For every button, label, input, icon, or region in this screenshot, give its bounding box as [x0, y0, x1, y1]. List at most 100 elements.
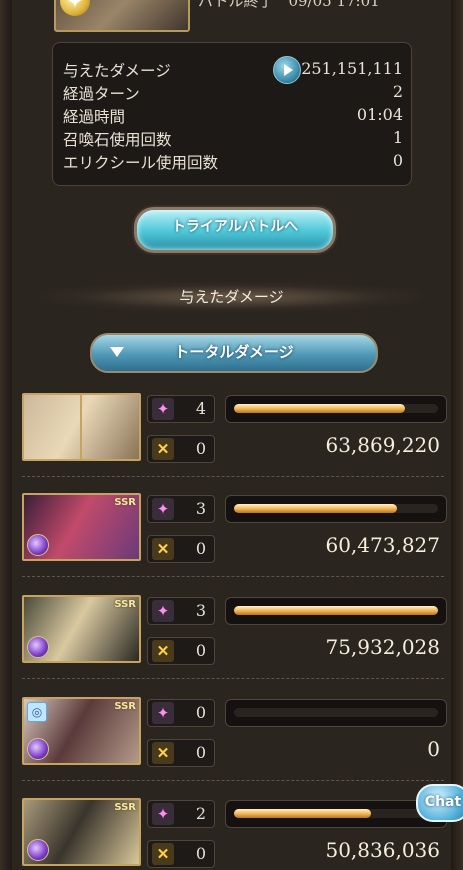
skill-count-value: 3	[195, 601, 206, 620]
stat-value: 2	[392, 82, 403, 101]
dark-element-icon	[27, 636, 49, 658]
charge-attack-icon: ✕	[152, 640, 174, 662]
skill-sparkle-icon: ✦	[152, 498, 174, 520]
damage-bar-track	[234, 708, 438, 717]
damage-value: 0	[427, 737, 440, 761]
character-row: ✦ 4 ✕ 0 63,869,220	[22, 393, 448, 477]
skill-sparkle-icon: ✦	[152, 398, 174, 420]
stat-row-turns: 経過ターン 2	[63, 82, 403, 104]
stat-row-elixir: エリクシール使用回数 0	[63, 151, 403, 173]
skill-count-value: 2	[195, 804, 206, 823]
ssr-badge: SSR	[114, 497, 136, 508]
damage-bar-fill	[234, 809, 371, 818]
ca-count-value: 0	[195, 439, 206, 458]
stat-label: エリクシール使用回数	[63, 154, 219, 172]
skill-count-value: 4	[195, 399, 206, 418]
stat-label: 経過時間	[63, 108, 126, 126]
trial-battle-button[interactable]: トライアルバトルへ	[134, 207, 336, 253]
damage-value: 50,836,036	[325, 838, 440, 862]
skill-count-value: 3	[195, 499, 206, 518]
right-frame	[451, 0, 463, 870]
dropdown-selected: トータルダメージ	[174, 343, 294, 361]
row-divider	[22, 476, 444, 477]
ssr-badge: SSR	[114, 701, 136, 712]
dark-element-icon	[27, 738, 49, 760]
character-portrait[interactable]: SSR	[22, 798, 141, 866]
damage-bar	[225, 699, 447, 727]
ca-count-value: 0	[195, 539, 206, 558]
character-portrait[interactable]: SSR	[22, 493, 141, 561]
charge-attack-icon: ✕	[152, 742, 174, 764]
stat-value: 01:04	[356, 105, 403, 124]
damage-bar-fill	[234, 504, 398, 513]
dark-element-icon	[27, 534, 49, 556]
damage-bar	[225, 800, 447, 828]
stat-row-summons: 召喚石使用回数 1	[63, 128, 403, 150]
damage-bar-fill	[234, 606, 438, 615]
row-divider	[22, 678, 444, 679]
skill-sparkle-icon: ✦	[152, 600, 174, 622]
stat-label: 与えたダメージ	[63, 62, 171, 80]
ca-count-value: 0	[195, 641, 206, 660]
skill-sparkle-icon: ✦	[152, 803, 174, 825]
ca-count: ✕ 0	[147, 435, 215, 463]
ssr-badge: SSR	[114, 802, 136, 813]
skill-count: ✦ 4	[147, 395, 215, 423]
damage-bar-track	[234, 606, 438, 615]
ca-count: ✕ 0	[147, 637, 215, 665]
row-divider	[22, 576, 444, 577]
charge-attack-icon: ✕	[152, 438, 174, 460]
skill-count: ✦ 2	[147, 800, 215, 828]
stat-value: 251,151,111	[301, 59, 403, 78]
ca-count: ✕ 0	[147, 739, 215, 767]
skill-sparkle-icon: ✦	[152, 702, 174, 724]
character-row: SSR ✦ 3 ✕ 0 75,932,028	[22, 595, 448, 679]
charge-attack-icon: ✕	[152, 843, 174, 865]
character-portrait[interactable]	[22, 393, 141, 461]
stat-value: 0	[392, 151, 403, 170]
stat-row-damage: 与えたダメージ 251,151,111	[63, 56, 403, 84]
damage-value: 75,932,028	[325, 635, 440, 659]
ca-count: ✕ 0	[147, 840, 215, 868]
damage-bar	[225, 597, 447, 625]
damage-bar-track	[234, 504, 438, 513]
damage-value: 60,473,827	[325, 533, 440, 557]
section-header: 与えたダメージ	[40, 282, 423, 312]
dark-element-icon	[27, 839, 49, 861]
character-portrait[interactable]: SSR	[22, 595, 141, 663]
damage-bar-track	[234, 809, 438, 818]
character-row: SSR ✦ 2 ✕ 0 50,836,036	[22, 798, 448, 868]
stat-label: 召喚石使用回数	[63, 131, 172, 149]
skill-count: ✦ 3	[147, 597, 215, 625]
row-divider	[22, 780, 444, 781]
chat-button[interactable]: Chat	[416, 784, 463, 822]
ca-count: ✕ 0	[147, 535, 215, 563]
skill-count-value: 0	[195, 703, 206, 722]
damage-value: 63,869,220	[325, 433, 440, 457]
stat-value: 1	[392, 128, 403, 147]
portrait-divider	[80, 395, 82, 459]
ring-icon: ◎	[27, 702, 47, 722]
ca-count-value: 0	[195, 844, 206, 863]
ssr-badge: SSR	[114, 599, 136, 610]
left-frame	[0, 0, 12, 870]
damage-type-dropdown[interactable]: トータルダメージ	[90, 333, 378, 373]
damage-bar	[225, 395, 447, 423]
summon-thumbnail: ✦	[54, 0, 190, 32]
character-portrait[interactable]: ◎ SSR	[22, 697, 141, 765]
skill-count: ✦ 3	[147, 495, 215, 523]
character-row: ◎ SSR ✦ 0 ✕ 0 0	[22, 697, 448, 781]
damage-bar-fill	[234, 404, 406, 413]
battle-stats-panel: 与えたダメージ 251,151,111 経過ターン 2 経過時間 01:04 召…	[52, 42, 412, 186]
play-icon[interactable]	[273, 56, 301, 84]
section-title: 与えたダメージ	[179, 288, 284, 306]
skill-count: ✦ 0	[147, 699, 215, 727]
ca-count-value: 0	[195, 743, 206, 762]
character-row: SSR ✦ 3 ✕ 0 60,473,827	[22, 493, 448, 577]
stat-row-time: 経過時間 01:04	[63, 105, 403, 127]
charge-attack-icon: ✕	[152, 538, 174, 560]
star-icon: ✦	[60, 0, 90, 16]
battle-end-text: バトル終了 09/05 17:01	[198, 0, 380, 10]
damage-bar-track	[234, 404, 438, 413]
stat-label: 経過ターン	[63, 85, 140, 103]
